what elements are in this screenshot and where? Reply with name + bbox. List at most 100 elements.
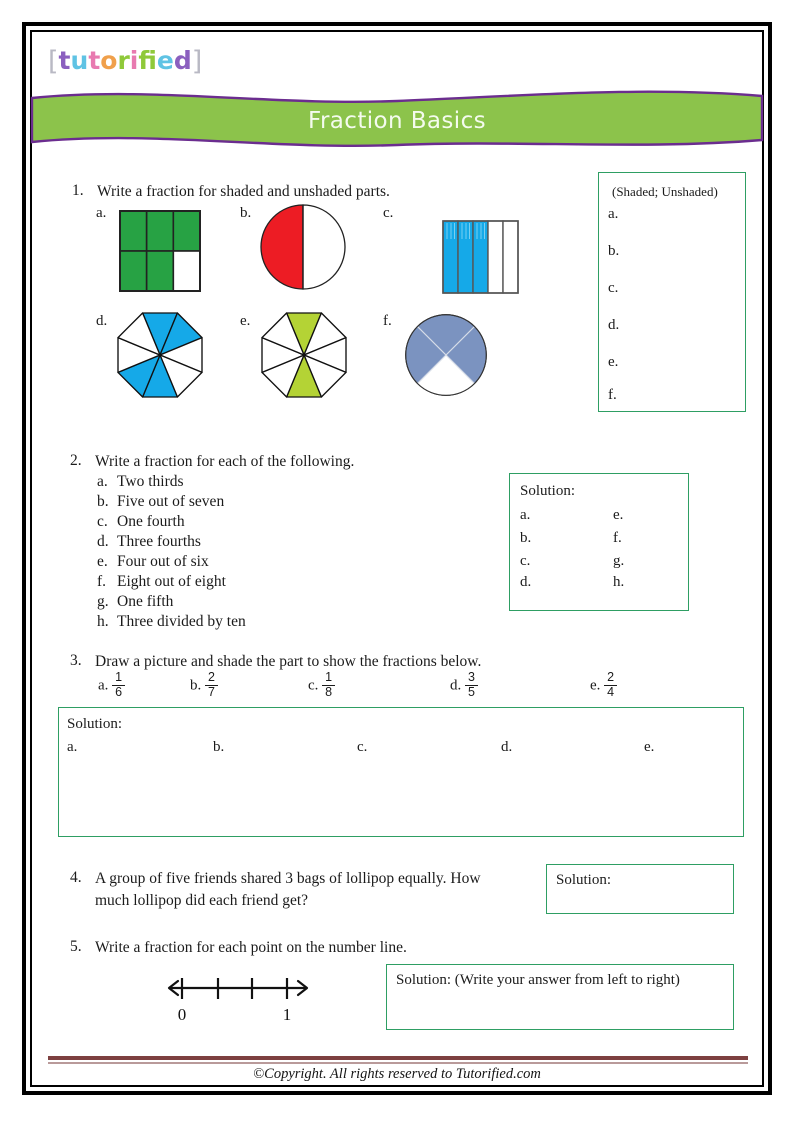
logo-letter-4: r xyxy=(117,46,130,75)
q1-shape-bar-5 xyxy=(442,220,519,294)
worksheet-page: [tutorified] Fraction Basics 1. Write a … xyxy=(0,0,794,1123)
q2-item-label: g. xyxy=(97,593,109,610)
q4-number: 4. xyxy=(70,869,82,886)
fraction-denominator: 6 xyxy=(112,684,126,700)
q1-item-d-label: d. xyxy=(96,313,108,329)
q3-fraction-e: e. 24 xyxy=(590,670,618,700)
q2-item-list: a. Two thirds b. Five out of seven c. One fou… xyxy=(97,472,246,632)
q2-item-c: c. One fourth xyxy=(97,512,246,532)
q1-shape-octagon-e xyxy=(261,312,347,398)
q5-tick-label-0: 0 xyxy=(178,1005,187,1024)
q2-item-label: d. xyxy=(97,533,109,550)
q1-item-b-label: b. xyxy=(240,205,252,221)
fraction-numerator: 3 xyxy=(468,670,475,684)
q2-item-label: e. xyxy=(97,553,108,570)
q1-shape-circle-halves xyxy=(260,204,346,290)
q1-answer-row-c[interactable]: c. xyxy=(608,280,618,297)
q3-answer-box[interactable] xyxy=(58,707,744,837)
q3-answer-slot-b[interactable]: b. xyxy=(213,739,224,756)
q3-fraction-value: 35 xyxy=(465,670,478,700)
q1-answer-row-f[interactable]: f. xyxy=(608,387,617,404)
q5-tick-label-1: 1 xyxy=(283,1005,292,1024)
q3-prompt: Draw a picture and shade the part to sho… xyxy=(95,653,482,670)
q2-item-f: f. Eight out of eight xyxy=(97,572,246,592)
logo-letter-3: o xyxy=(100,46,118,75)
q2-item-d: d. Three fourths xyxy=(97,532,246,552)
q2-item-text: Three divided by ten xyxy=(117,613,246,630)
q2-answer-row-a[interactable]: a. xyxy=(520,507,530,524)
q2-answer-row-f[interactable]: f. xyxy=(613,530,622,547)
q5-number: 5. xyxy=(70,938,82,955)
q3-answer-slot-c[interactable]: c. xyxy=(357,739,367,756)
q2-answer-row-c[interactable]: c. xyxy=(520,553,530,570)
tutorified-logo: [tutorified] xyxy=(48,48,202,75)
fraction-denominator: 7 xyxy=(205,684,218,700)
q1-number: 1. xyxy=(72,182,84,199)
q3-fraction-b: b. 27 xyxy=(190,670,218,700)
q4-prompt-line1: A group of five friends shared 3 bags of… xyxy=(95,870,481,887)
fraction-numerator: 1 xyxy=(325,670,333,684)
q3-fraction-value: 16 xyxy=(112,670,126,700)
q1-answer-row-d[interactable]: d. xyxy=(608,317,619,334)
q2-item-text: Two thirds xyxy=(117,473,184,490)
q2-item-b: b. Five out of seven xyxy=(97,492,246,512)
q3-answer-slot-e[interactable]: e. xyxy=(644,739,654,756)
fraction-denominator: 4 xyxy=(604,684,618,700)
q2-item-label: f. xyxy=(97,573,107,590)
q2-answer-row-b[interactable]: b. xyxy=(520,530,531,547)
logo-letter-0: t xyxy=(58,46,71,75)
q3-fraction-label: a. xyxy=(98,677,113,694)
q4-answer-box-heading: Solution: xyxy=(556,872,612,888)
fraction-denominator: 5 xyxy=(465,684,478,700)
q2-item-label: h. xyxy=(97,613,109,630)
q1-answer-box[interactable] xyxy=(598,172,746,412)
q2-item-label: b. xyxy=(97,493,109,510)
fraction-numerator: 2 xyxy=(208,670,215,684)
fraction-numerator: 1 xyxy=(115,670,123,684)
logo-bracket-left: [ xyxy=(48,46,59,77)
q3-fraction-label: b. xyxy=(190,677,205,694)
logo-letter-6: f xyxy=(138,46,157,75)
q5-number-line: 0 1 xyxy=(167,978,309,1024)
title-banner: Fraction Basics xyxy=(30,88,764,150)
q1-answer-row-e[interactable]: e. xyxy=(608,354,618,371)
q2-item-h: h. Three divided by ten xyxy=(97,612,246,632)
q2-item-e: e. Four out of six xyxy=(97,552,246,572)
footer-rule-thick xyxy=(48,1056,748,1060)
q3-number: 3. xyxy=(70,652,82,669)
q2-answer-row-g[interactable]: g. xyxy=(613,553,624,570)
q5-prompt: Write a fraction for each point on the n… xyxy=(95,939,407,956)
q2-number: 2. xyxy=(70,452,82,469)
logo-letter-1: u xyxy=(70,46,89,75)
logo-letter-9: d xyxy=(173,46,192,75)
q5-answer-box-heading: Solution: (Write your answer from left t… xyxy=(396,972,680,988)
q2-item-text: One fourth xyxy=(117,513,185,530)
q1-prompt: Write a fraction for shaded and unshaded… xyxy=(97,183,390,200)
q1-answer-row-b[interactable]: b. xyxy=(608,243,619,260)
q2-answer-box-heading: Solution: xyxy=(520,483,576,499)
logo-letter-8: e xyxy=(156,46,174,75)
q2-item-label: c. xyxy=(97,513,108,530)
footer-rule-thin xyxy=(48,1062,748,1064)
logo-letter-2: t xyxy=(88,46,101,75)
q2-prompt: Write a fraction for each of the followi… xyxy=(95,453,355,470)
q3-fraction-value: 27 xyxy=(205,670,218,700)
q2-answer-row-d[interactable]: d. xyxy=(520,574,531,591)
q2-item-text: Three fourths xyxy=(117,533,201,550)
q2-item-a: a. Two thirds xyxy=(97,472,246,492)
q2-answer-row-h[interactable]: h. xyxy=(613,574,624,591)
q3-answer-slot-a[interactable]: a. xyxy=(67,739,77,756)
q2-item-text: Four out of six xyxy=(117,553,209,570)
q3-fraction-a: a. 16 xyxy=(98,670,126,700)
q1-item-e-label: e. xyxy=(240,313,251,329)
q1-shape-octagon-d xyxy=(117,312,203,398)
q2-item-g: g. One fifth xyxy=(97,592,246,612)
q3-answer-slot-d[interactable]: d. xyxy=(501,739,512,756)
q3-fraction-d: d. 35 xyxy=(450,670,478,700)
q1-shape-grid-3x2 xyxy=(119,210,201,292)
q2-answer-row-e[interactable]: e. xyxy=(613,507,623,524)
q1-answer-row-a[interactable]: a. xyxy=(608,206,618,223)
q3-fraction-label: c. xyxy=(308,677,323,694)
q3-answer-box-heading: Solution: xyxy=(67,716,123,732)
q3-fraction-c: c. 18 xyxy=(308,670,336,700)
